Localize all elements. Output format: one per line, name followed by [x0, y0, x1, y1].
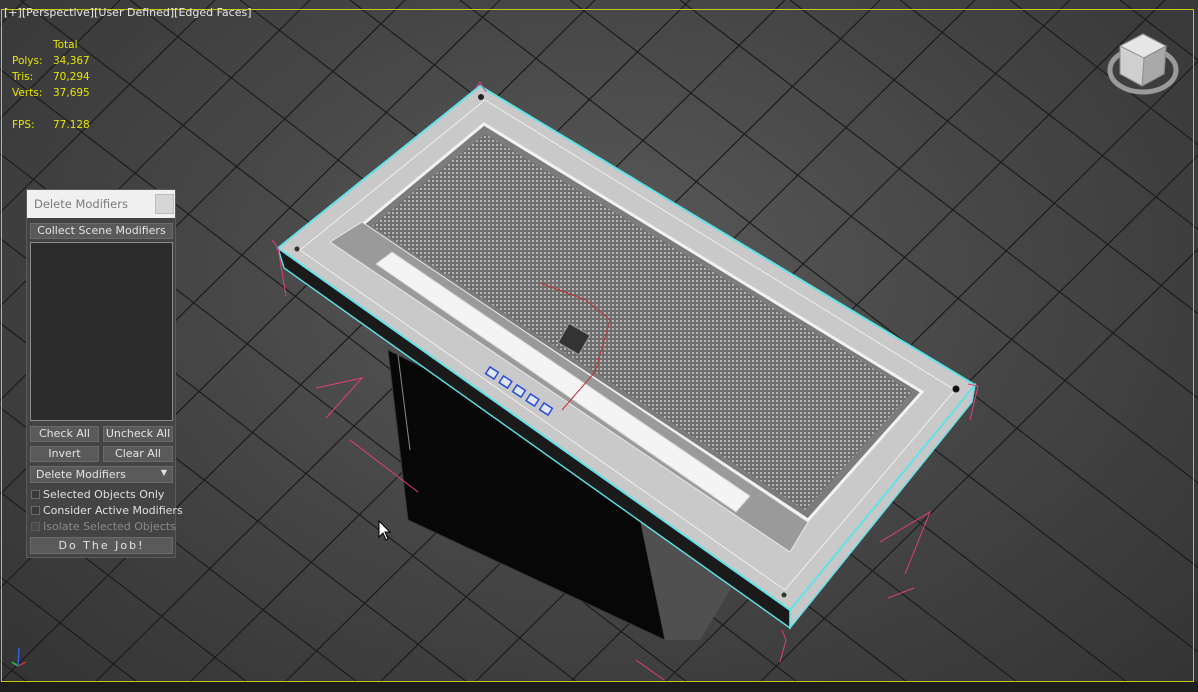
do-the-job-button[interactable]: Do The Job! [30, 537, 173, 554]
mouse-cursor-icon [378, 520, 392, 541]
stats-label: Tris: [12, 71, 34, 83]
checkbox-box[interactable] [31, 506, 40, 515]
checkbox-label: Consider Active Modifiers [43, 504, 183, 517]
viewcube-icon[interactable] [1106, 30, 1180, 98]
collect-scene-modifiers-button[interactable]: Collect Scene Modifiers [30, 223, 173, 239]
fps-value: 77.128 [53, 119, 90, 131]
corner-screw [781, 592, 787, 598]
chevron-down-icon: ▼ [160, 468, 167, 477]
stats-row: Polys: 34,367 [12, 53, 90, 69]
mode-select-value: Delete Modifiers [36, 468, 126, 481]
3d-viewport[interactable]: [+][Perspective][User Defined][Edged Fac… [0, 0, 1198, 692]
checkbox-label: Selected Objects Only [43, 488, 165, 501]
checkbox-label: Isolate Selected Objects [43, 520, 176, 533]
scene-statistics: Total Polys: 34,367 Tris: 70,294 Verts: 37,… [12, 37, 90, 133]
close-icon[interactable] [155, 194, 174, 214]
consider-active-modifiers-checkbox[interactable]: Consider Active Modifiers [31, 504, 183, 518]
delete-modifiers-dialog[interactable]: Delete Modifiers Collect Scene Modifiers… [26, 189, 183, 558]
dialog-titlebar[interactable]: Delete Modifiers [27, 190, 175, 218]
clear-all-button[interactable]: Clear All [103, 446, 173, 462]
check-all-button[interactable]: Check All [30, 426, 99, 442]
viewport-camera-menu[interactable]: [User Defined] [94, 6, 174, 19]
stats-value: 70,294 [53, 71, 90, 83]
grid-line [899, 0, 1198, 230]
axis-tripod-icon [11, 647, 27, 667]
stats-row: Verts: 37,695 [12, 85, 90, 101]
corner-screw [478, 94, 484, 100]
stats-label: Verts: [12, 87, 43, 99]
selected-objects-only-checkbox[interactable]: Selected Objects Only [31, 488, 171, 502]
stats-row: Tris: 70,294 [12, 69, 90, 85]
checkbox-box [31, 522, 40, 531]
grid-line [1119, 0, 1198, 61]
invert-button[interactable]: Invert [30, 446, 99, 462]
corner-screw [952, 385, 960, 393]
stats-header: Total [53, 39, 78, 51]
uncheck-all-button[interactable]: Uncheck All [103, 426, 173, 442]
grid-line [1009, 0, 1198, 146]
dialog-title: Delete Modifiers [34, 197, 128, 211]
fps-row: FPS: 77.128 [12, 117, 90, 133]
stats-label: Polys: [12, 55, 43, 67]
scene-canvas[interactable] [0, 0, 1198, 692]
viewport-label-menu[interactable]: [+][Perspective][User Defined][Edged Fac… [4, 6, 252, 19]
modifiers-listbox[interactable] [30, 242, 173, 421]
viewport-pov-menu[interactable]: [Perspective] [22, 6, 94, 19]
stats-value: 34,367 [53, 55, 90, 67]
viewport-bottom-strip [0, 682, 1198, 692]
checkbox-box[interactable] [31, 490, 40, 499]
viewport-plus-menu[interactable]: [+] [4, 6, 22, 19]
isolate-selected-objects-checkbox: Isolate Selected Objects [31, 520, 176, 534]
stats-value: 37,695 [53, 87, 90, 99]
corner-screw [294, 246, 300, 252]
mode-select[interactable]: Delete Modifiers ▼ [30, 466, 173, 483]
viewport-shading-menu[interactable]: [Edged Faces] [174, 6, 251, 19]
fps-label: FPS: [12, 119, 35, 131]
